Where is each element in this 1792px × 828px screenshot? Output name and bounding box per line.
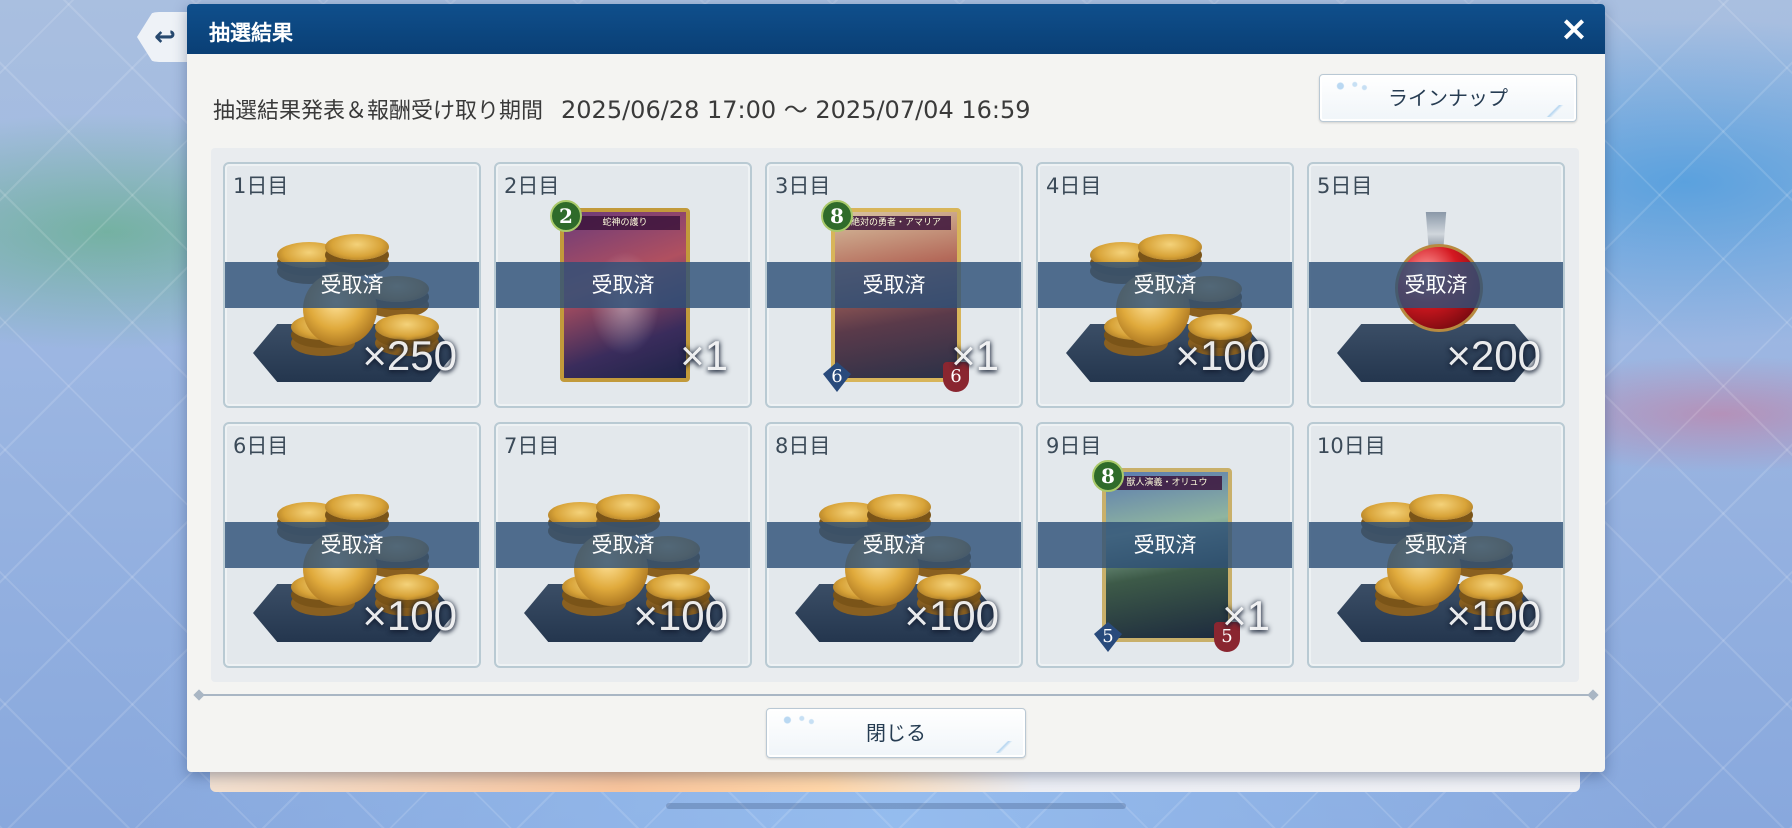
item-quantity: ×200	[1446, 332, 1541, 379]
card-cost: 2	[550, 200, 582, 232]
reward-cell-day-1: 1日目 ×250 受取済	[223, 162, 481, 408]
item-quantity: ×1	[1222, 592, 1270, 639]
reward-cell-day-10: 10日目 ×100 受取済	[1307, 422, 1565, 668]
reward-cell-day-9: 9日目 獣人演義・オリュウ 8 5 5 ×1 受取済	[1036, 422, 1294, 668]
claimed-status-band: 受取済	[767, 262, 1021, 308]
claimed-status-band: 受取済	[1038, 262, 1292, 308]
period-dates: 2025/06/28 17:00 ～ 2025/07/04 16:59	[561, 96, 1031, 124]
item-quantity: ×100	[1175, 332, 1270, 379]
sparkle-decoration	[1542, 105, 1570, 117]
close-icon[interactable]: ×	[1557, 12, 1591, 46]
reward-cell-day-4: 4日目 ×100 受取済	[1036, 162, 1294, 408]
day-label: 4日目	[1046, 174, 1102, 198]
item-quantity: ×100	[633, 592, 728, 639]
claimed-status-band: 受取済	[225, 522, 479, 568]
day-label: 10日目	[1317, 434, 1386, 458]
dialog-titlebar: 抽選結果 ×	[187, 4, 1605, 54]
card-attack: 5	[1094, 622, 1122, 652]
card-cost: 8	[1092, 460, 1124, 492]
item-quantity: ×1	[951, 332, 999, 379]
dialog-title: 抽選結果	[209, 21, 293, 45]
claimed-status-band: 受取済	[1309, 522, 1563, 568]
coin-icon	[325, 234, 389, 260]
day-label: 6日目	[233, 434, 289, 458]
reward-grid: 1日目 ×250 受取済 2日目 蛇神の護り 2 ×1 受取済 3日目 絶対の勇者・アマリア 8 6 6…	[211, 148, 1579, 682]
day-label: 7日目	[504, 434, 560, 458]
reward-cell-day-3: 3日目 絶対の勇者・アマリア 8 6 6 ×1 受取済	[765, 162, 1023, 408]
reward-period: 抽選結果発表＆報酬受け取り期間 2025/06/28 17:00 ～ 2025/0…	[213, 90, 1031, 125]
day-label: 2日目	[504, 174, 560, 198]
claimed-status-band: 受取済	[225, 262, 479, 308]
item-quantity: ×100	[1446, 592, 1541, 639]
close-button[interactable]: 閉じる	[766, 708, 1026, 758]
coin-icon	[867, 494, 931, 520]
lineup-button-label: ラインナップ	[1388, 86, 1508, 110]
coin-icon	[1138, 234, 1202, 260]
card-attack: 6	[823, 362, 851, 392]
back-arrow-icon: ↩	[154, 22, 176, 52]
card-name: 獣人演義・オリュウ	[1112, 476, 1222, 490]
coin-icon	[325, 494, 389, 520]
day-label: 8日目	[775, 434, 831, 458]
claimed-status-band: 受取済	[496, 522, 750, 568]
sparkle-decoration	[773, 712, 821, 728]
day-label: 9日目	[1046, 434, 1102, 458]
item-quantity: ×1	[680, 332, 728, 379]
reward-cell-day-2: 2日目蛇神の護り 2 ×1 受取済	[494, 162, 752, 408]
close-button-label: 閉じる	[866, 721, 926, 745]
sparkle-decoration	[1326, 78, 1374, 94]
coin-icon	[596, 494, 660, 520]
day-label: 3日目	[775, 174, 831, 198]
reward-cell-day-8: 8日目 ×100 受取済	[765, 422, 1023, 668]
item-quantity: ×100	[904, 592, 999, 639]
card-cost: 8	[821, 200, 853, 232]
day-label: 1日目	[233, 174, 289, 198]
lineup-button[interactable]: ラインナップ	[1319, 74, 1577, 122]
card-name: 絶対の勇者・アマリア	[841, 216, 951, 230]
item-quantity: ×100	[362, 592, 457, 639]
sparkle-decoration	[991, 741, 1019, 753]
coin-icon	[1409, 494, 1473, 520]
claimed-status-band: 受取済	[1038, 522, 1292, 568]
lottery-result-dialog: 抽選結果 × 抽選結果発表＆報酬受け取り期間 2025/06/28 17:00 ～…	[187, 4, 1605, 772]
period-label: 抽選結果発表＆報酬受け取り期間	[213, 99, 544, 124]
home-indicator	[666, 803, 1126, 809]
claimed-status-band: 受取済	[496, 262, 750, 308]
reward-cell-day-7: 7日目 ×100 受取済	[494, 422, 752, 668]
divider	[197, 694, 1595, 696]
day-label: 5日目	[1317, 174, 1373, 198]
claimed-status-band: 受取済	[767, 522, 1021, 568]
item-quantity: ×250	[362, 332, 457, 379]
claimed-status-band: 受取済	[1309, 262, 1563, 308]
reward-cell-day-6: 6日目 ×100 受取済	[223, 422, 481, 668]
card-name: 蛇神の護り	[570, 216, 680, 230]
reward-cell-day-5: 5日目 ×200 受取済	[1307, 162, 1565, 408]
